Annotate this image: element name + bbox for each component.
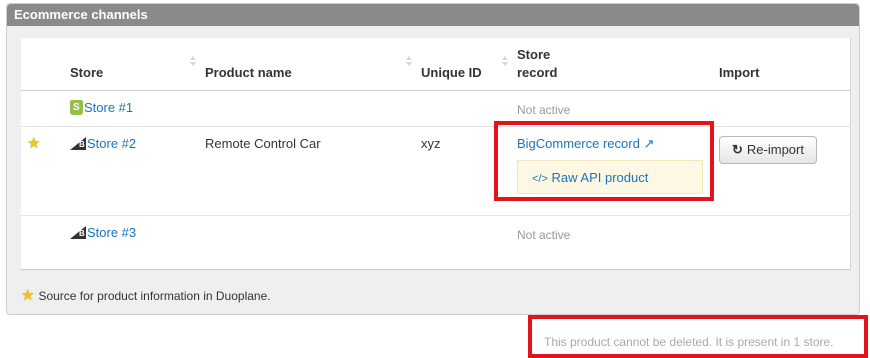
status-text: Not active [517, 102, 571, 117]
store-link[interactable]: Store #3 [87, 225, 136, 240]
table-row: Store #1 Not active [21, 90, 851, 126]
product-name-cell [205, 214, 421, 269]
footer-note-highlight [528, 315, 868, 358]
sort-icon[interactable] [501, 55, 509, 70]
store-column-header[interactable]: Store [70, 38, 205, 91]
store-cell: Store #2 [70, 136, 136, 151]
shopify-icon [70, 99, 83, 115]
import-header-label: Import [719, 64, 760, 80]
bigcommerce-icon [70, 225, 86, 239]
table-row: Store #3 Not active [21, 214, 851, 269]
import-column-header: Import [719, 38, 851, 91]
star-icon: ★ [27, 134, 41, 152]
re-import-button[interactable]: ↻ Re-import [719, 135, 817, 164]
store-cell: Store #1 [70, 99, 133, 115]
store-link[interactable]: Store #1 [84, 100, 133, 115]
store-record-column-header: Store record [517, 38, 719, 91]
table-header-row: Store Product name Unique ID Store recor… [21, 38, 851, 91]
unique-id-cell [421, 214, 517, 269]
store-record-highlight [494, 121, 714, 201]
star-icon: ★ [21, 287, 35, 304]
unique-id-header-label: Unique ID [421, 64, 482, 80]
product-name-cell: Remote Control Car [205, 125, 421, 215]
ecommerce-channels-panel: Ecommerce channels Store Product name Un… [6, 3, 860, 315]
store-header-label: Store [70, 64, 104, 80]
source-column-header [21, 38, 70, 91]
product-name-cell [205, 90, 421, 126]
store-record-header-label: Store record [517, 46, 558, 80]
product-name-header-label: Product name [205, 64, 292, 80]
sort-icon[interactable] [405, 55, 413, 70]
re-import-label: Re-import [746, 142, 804, 157]
unique-id-column-header[interactable]: Unique ID [421, 38, 517, 91]
bigcommerce-icon [70, 136, 86, 150]
product-name-column-header[interactable]: Product name [205, 38, 421, 91]
sort-icon[interactable] [189, 55, 197, 70]
store-link[interactable]: Store #2 [87, 136, 136, 151]
refresh-icon: ↻ [732, 141, 743, 157]
legend-text: Source for product information in Duopla… [38, 288, 271, 303]
channels-table: Store Product name Unique ID Store recor… [21, 38, 851, 269]
panel-title: Ecommerce channels [7, 4, 859, 26]
status-text: Not active [517, 227, 571, 242]
store-cell: Store #3 [70, 225, 136, 240]
source-legend: ★ Source for product information in Duop… [21, 288, 271, 303]
channels-table-container: Store Product name Unique ID Store recor… [21, 38, 851, 270]
table-row: ★ Store #2 Remote Control Car xyz BigCom… [21, 125, 851, 215]
